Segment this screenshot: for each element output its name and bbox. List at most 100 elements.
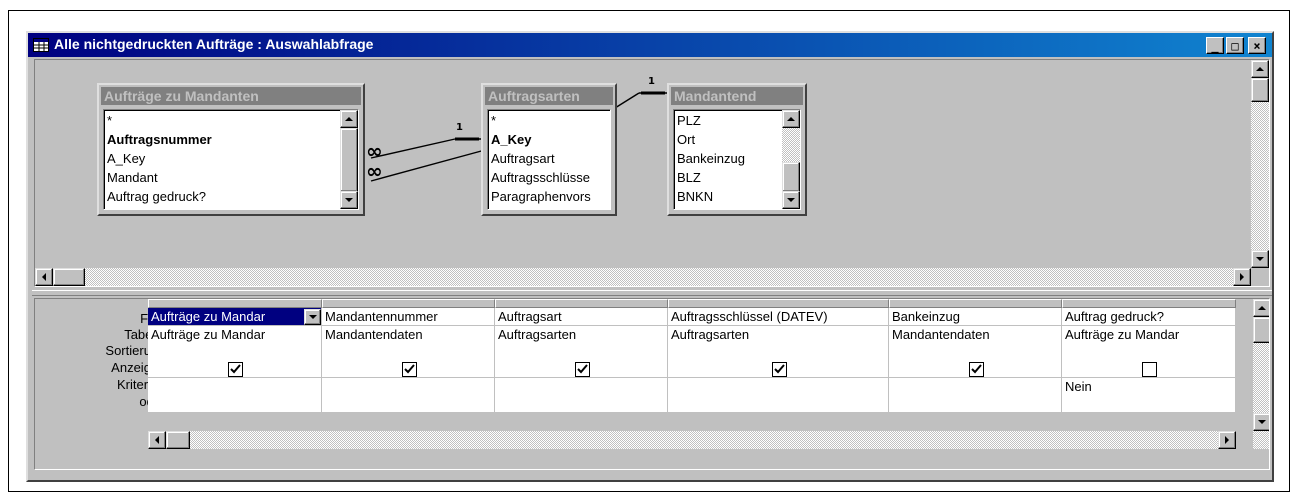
fieldlist-scrollbar[interactable]	[782, 110, 800, 209]
field-item[interactable]: Ort	[674, 130, 782, 149]
table-cell[interactable]: Mandantendaten	[889, 326, 1062, 344]
field-item[interactable]: A_Key	[488, 130, 610, 149]
or-cell[interactable]	[322, 395, 495, 413]
column-selector[interactable]	[1062, 299, 1236, 308]
field-cell[interactable]: Aufträge zu Mandar	[148, 308, 322, 326]
show-checkbox[interactable]	[772, 362, 787, 377]
scroll-left-button[interactable]	[35, 268, 53, 286]
or-cell[interactable]	[668, 395, 889, 413]
scroll-up-button[interactable]	[782, 110, 800, 128]
column-selector[interactable]	[889, 299, 1062, 308]
show-cell[interactable]	[148, 360, 322, 378]
scroll-right-button[interactable]	[1218, 431, 1236, 449]
criteria-cell[interactable]	[668, 378, 889, 396]
fieldlist-auftraege[interactable]: Aufträge zu Mandanten * Auftragsnummer A…	[97, 83, 365, 216]
field-item[interactable]: Bankeinzug	[674, 149, 782, 168]
scroll-thumb[interactable]	[1251, 78, 1269, 102]
field-item[interactable]: BLZ	[674, 168, 782, 187]
scroll-down-button[interactable]	[782, 191, 800, 209]
title-bar[interactable]: Alle nichtgedruckten Aufträge : Auswahla…	[28, 33, 1272, 57]
close-button[interactable]: ×	[1248, 37, 1266, 54]
sort-cell[interactable]	[1062, 343, 1236, 361]
design-grid[interactable]: Feld: Tabelle: Sortierung: Anzeigen: Kri…	[34, 298, 1270, 470]
table-cell[interactable]: Mandantendaten	[322, 326, 495, 344]
column-selector[interactable]	[668, 299, 889, 308]
show-checkbox[interactable]	[402, 362, 417, 377]
maximize-button[interactable]: □	[1226, 37, 1244, 54]
field-item[interactable]: *	[488, 111, 610, 130]
field-item[interactable]: Auftragsart	[488, 149, 610, 168]
sort-cell[interactable]	[495, 343, 668, 361]
show-checkbox[interactable]	[575, 362, 590, 377]
chevron-down-icon	[308, 315, 317, 319]
scroll-down-button[interactable]	[1253, 413, 1269, 431]
grid-vertical-scrollbar[interactable]	[1253, 299, 1269, 449]
column-selector[interactable]	[148, 299, 322, 308]
scroll-thumb[interactable]	[782, 162, 800, 192]
table-cell[interactable]: Aufträge zu Mandar	[148, 326, 322, 344]
scroll-thumb[interactable]	[166, 431, 190, 449]
column-selector[interactable]	[495, 299, 668, 308]
scroll-thumb[interactable]	[340, 128, 358, 192]
field-item[interactable]: A_Key	[104, 149, 340, 168]
or-cell[interactable]	[495, 395, 668, 413]
sort-cell[interactable]	[889, 343, 1062, 361]
sort-cell[interactable]	[148, 343, 322, 361]
field-cell[interactable]: Bankeinzug	[889, 308, 1062, 326]
criteria-cell[interactable]	[495, 378, 668, 396]
minimize-button[interactable]: _	[1206, 37, 1224, 54]
sort-cell[interactable]	[322, 343, 495, 361]
show-checkbox[interactable]	[969, 362, 984, 377]
fieldlist-scrollbar[interactable]	[340, 110, 358, 209]
field-item[interactable]: Auftragsschlüsse	[488, 168, 610, 187]
table-cell[interactable]: Auftragsarten	[668, 326, 889, 344]
field-cell[interactable]: Auftragsschlüssel (DATEV)	[668, 308, 889, 326]
table-pane[interactable]: 1 1 ∞ ∞ Aufträge zu Mandanten * Auftrags…	[34, 59, 1270, 287]
show-cell[interactable]	[889, 360, 1062, 378]
show-checkbox[interactable]	[1142, 362, 1157, 377]
field-item[interactable]: BNKN	[674, 187, 782, 206]
show-cell[interactable]	[1062, 360, 1236, 378]
criteria-cell[interactable]: Nein	[1062, 378, 1236, 396]
show-cell[interactable]	[322, 360, 495, 378]
table-cell[interactable]: Aufträge zu Mandar	[1062, 326, 1236, 344]
scroll-down-button[interactable]	[1251, 250, 1269, 268]
or-cell[interactable]	[889, 395, 1062, 413]
grid-horizontal-scrollbar[interactable]	[148, 431, 1236, 449]
scroll-thumb[interactable]	[53, 268, 85, 286]
field-item[interactable]: Auftragsnummer	[104, 130, 340, 149]
scroll-right-button[interactable]	[1233, 268, 1251, 286]
or-cell[interactable]	[1062, 395, 1236, 413]
field-dropdown-button[interactable]	[304, 309, 321, 325]
scroll-up-button[interactable]	[340, 110, 358, 128]
scroll-up-button[interactable]	[1253, 299, 1269, 317]
column-selector[interactable]	[322, 299, 495, 308]
scroll-up-button[interactable]	[1251, 60, 1269, 78]
criteria-cell[interactable]	[148, 378, 322, 396]
or-cell[interactable]	[148, 395, 322, 413]
fieldlist-mandantendaten[interactable]: Mandantend PLZ Ort Bankeinzug BLZ BNKN	[667, 83, 807, 216]
table-cell[interactable]: Auftragsarten	[495, 326, 668, 344]
pane-vertical-scrollbar[interactable]	[1251, 60, 1269, 268]
scroll-left-button[interactable]	[148, 431, 166, 449]
field-cell[interactable]: Mandantennummer	[322, 308, 495, 326]
field-item[interactable]: Paragraphenvors	[488, 187, 610, 206]
sort-cell[interactable]	[668, 343, 889, 361]
show-cell[interactable]	[668, 360, 889, 378]
scroll-down-button[interactable]	[340, 191, 358, 209]
field-cell[interactable]: Auftrag gedruck?	[1062, 308, 1236, 326]
fieldlist-auftragsarten[interactable]: Auftragsarten * A_Key Auftragsart Auftra…	[481, 83, 617, 216]
show-cell[interactable]	[495, 360, 668, 378]
field-cell[interactable]: Auftragsart	[495, 308, 668, 326]
pane-horizontal-scrollbar[interactable]	[35, 268, 1251, 286]
pane-splitter[interactable]	[32, 290, 1272, 296]
arrow-down-icon	[345, 198, 353, 202]
scroll-thumb[interactable]	[1253, 317, 1269, 343]
criteria-cell[interactable]	[889, 378, 1062, 396]
field-item[interactable]: *	[104, 111, 340, 130]
field-item[interactable]: Auftrag gedruck?	[104, 187, 340, 206]
show-checkbox[interactable]	[228, 362, 243, 377]
field-item[interactable]: Mandant	[104, 168, 340, 187]
field-item[interactable]: PLZ	[674, 111, 782, 130]
criteria-cell[interactable]	[322, 378, 495, 396]
